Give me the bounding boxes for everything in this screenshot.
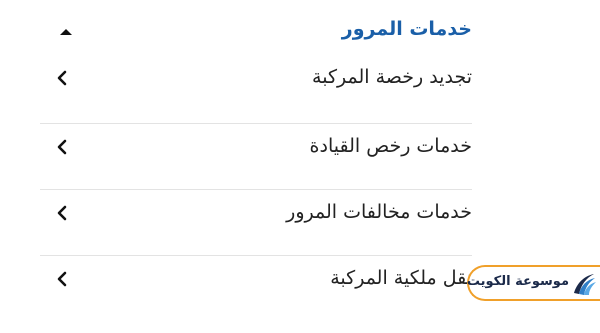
- menu-item-vehicle-ownership-transfer[interactable]: نقل ملكية المركبة: [40, 267, 472, 333]
- menu-item-label: خدمات مخالفات المرور: [286, 201, 472, 223]
- chevron-left-icon: [54, 137, 70, 157]
- site-watermark: موسوعة الكويت: [467, 265, 600, 301]
- watermark-text: موسوعة الكويت: [466, 274, 569, 289]
- menu-item-traffic-violations-services[interactable]: خدمات مخالفات المرور: [40, 201, 472, 267]
- caret-up-icon[interactable]: [56, 24, 76, 40]
- section-header[interactable]: خدمات المرور: [0, 0, 600, 64]
- section-title: خدمات المرور: [341, 18, 472, 40]
- chevron-left-icon: [54, 269, 70, 289]
- chevron-left-icon: [54, 68, 70, 88]
- site-logo-icon: [571, 271, 597, 297]
- divider: [40, 255, 472, 256]
- menu-item-label: تجديد رخصة المركبة: [312, 66, 472, 88]
- menu-item-label: نقل ملكية المركبة: [330, 267, 472, 289]
- menu-item-driving-license-services[interactable]: خدمات رخص القيادة: [40, 135, 472, 201]
- divider: [40, 189, 472, 190]
- menu-item-label: خدمات رخص القيادة: [309, 135, 472, 157]
- chevron-left-icon: [54, 203, 70, 223]
- divider: [40, 123, 472, 124]
